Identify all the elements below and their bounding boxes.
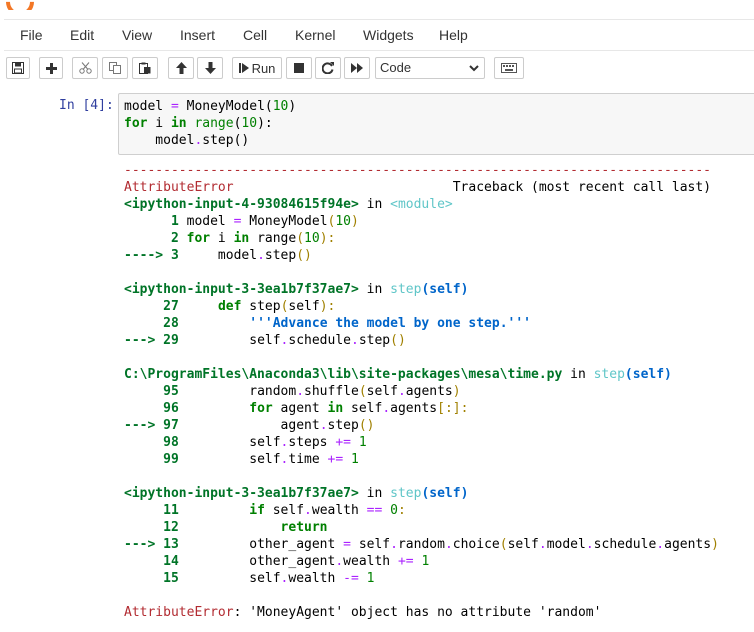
input-prompt: In [4]: [59,98,114,113]
menu-widgets[interactable]: Widgets [363,27,414,43]
frame-file: <ipython-input-3-3ea1b7f37ae7> [124,486,359,501]
arrow-up-icon [175,62,187,74]
traceback-output: ----------------------------------------… [124,163,719,620]
fast-forward-icon [351,63,363,73]
keyboard-icon [501,63,517,73]
chevron-down-icon [469,65,479,72]
interrupt-button[interactable] [286,57,312,79]
frame-file: <ipython-input-4-93084615f94e> [124,197,359,212]
run-button[interactable]: Run [232,57,282,79]
move-down-button[interactable] [197,57,223,79]
step-forward-icon [238,63,249,73]
menu-help[interactable]: Help [439,27,468,43]
paste-button[interactable] [132,57,158,79]
cell-type-select[interactable]: Code [375,57,485,79]
stop-icon [294,63,304,73]
save-button[interactable] [6,57,30,79]
jupyter-logo-icon [0,0,40,10]
frame-func: <module> [390,197,453,212]
traceback-separator: ----------------------------------------… [124,163,711,178]
scissors-icon [78,62,92,74]
floppy-icon [12,62,24,74]
menu-view[interactable]: View [122,27,152,43]
move-up-button[interactable] [168,57,194,79]
error-name: AttributeError [124,180,234,195]
insert-cell-button[interactable] [39,57,63,79]
menu-insert[interactable]: Insert [180,27,215,43]
restart-run-all-button[interactable] [344,57,370,79]
cut-button[interactable] [72,57,98,79]
paste-icon [139,62,151,74]
command-palette-button[interactable] [494,57,524,79]
traceback-header: Traceback (most recent call last) [452,180,712,195]
copy-button[interactable] [102,57,128,79]
header-cutoff [0,0,754,10]
copy-icon [109,62,121,74]
menu-file[interactable]: File [20,27,43,43]
menu-kernel[interactable]: Kernel [295,27,335,43]
plus-icon [45,62,57,74]
code-input-text: model = MoneyModel(10) for i in range(10… [124,99,297,148]
code-input[interactable]: model = MoneyModel(10) for i in range(10… [118,93,754,155]
menu-edit[interactable]: Edit [70,27,94,43]
cell-type-value: Code [380,60,412,75]
restart-button[interactable] [315,57,341,79]
restart-icon [322,62,334,74]
frame-file: C:\ProgramFiles\Anaconda3\lib\site-packa… [124,367,563,382]
menu-bar: File Edit View Insert Cell Kernel Widget… [4,19,754,51]
frame-file: <ipython-input-3-3ea1b7f37ae7> [124,282,359,297]
menu-cell[interactable]: Cell [243,27,267,43]
run-label: Run [251,60,276,76]
arrow-down-icon [204,62,216,74]
